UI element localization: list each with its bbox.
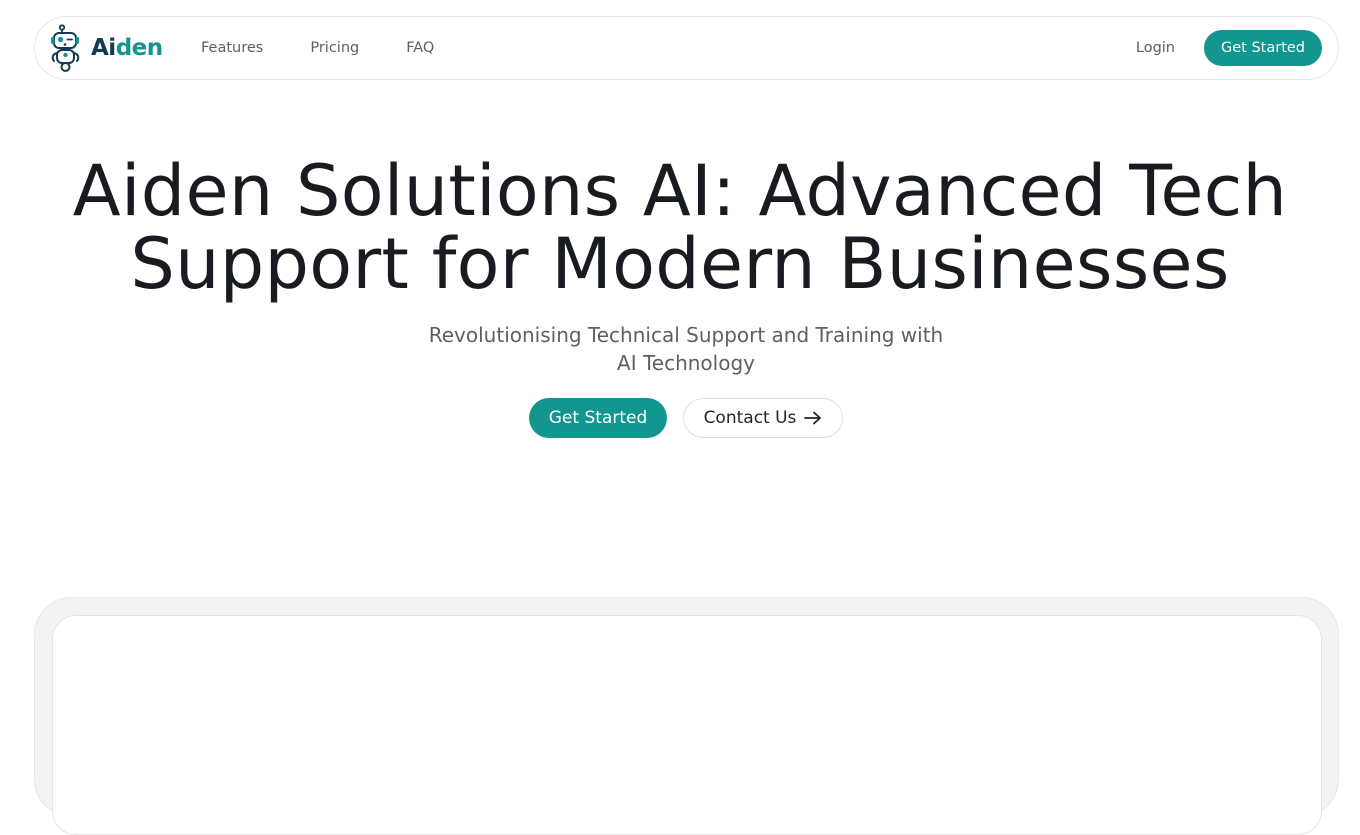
contact-us-button[interactable]: Contact Us [683, 398, 843, 438]
showcase-frame [34, 597, 1339, 835]
hero-title: Aiden Solutions AI: Advanced Tech Suppor… [0, 155, 1360, 301]
brand-name-den: den [115, 35, 163, 61]
brand-logo[interactable]: Aiden [49, 24, 163, 72]
robot-icon [51, 24, 80, 72]
brand-name: Aiden [91, 35, 163, 61]
login-link[interactable]: Login [1136, 40, 1175, 56]
nav-links: Features Pricing FAQ [201, 17, 481, 79]
hero-subtitle: Revolutionising Technical Support and Tr… [428, 323, 944, 375]
hero-title-line-2: Support for Modern Businesses [130, 223, 1230, 305]
nav-link-features[interactable]: Features [201, 40, 263, 56]
hero-actions: Get Started Contact Us [0, 398, 1360, 438]
nav-link-faq[interactable]: FAQ [406, 40, 434, 56]
top-navbar: Aiden Features Pricing FAQ Login Get Sta… [34, 16, 1339, 80]
brand-name-ai: Ai [91, 35, 116, 61]
nav-actions: Login Get Started [1136, 17, 1322, 79]
nav-link-pricing[interactable]: Pricing [310, 40, 359, 56]
contact-us-label: Contact Us [703, 408, 797, 428]
hero-get-started-button[interactable]: Get Started [529, 398, 667, 438]
showcase-content [52, 615, 1322, 835]
arrow-right-icon [804, 411, 822, 425]
nav-get-started-button[interactable]: Get Started [1204, 30, 1322, 66]
hero-title-line-1: Aiden Solutions AI: Advanced Tech [72, 150, 1288, 232]
